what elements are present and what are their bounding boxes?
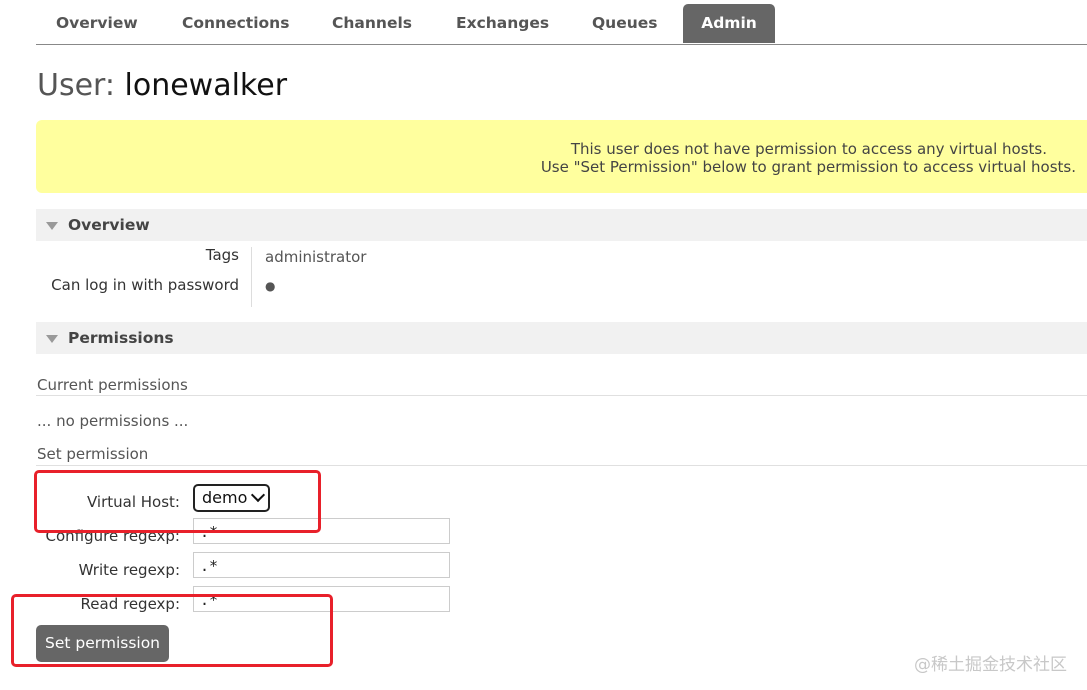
permissions-section-header[interactable]: Permissions (36, 322, 1087, 354)
page-title-username: lonewalker (124, 68, 288, 103)
write-regexp-label: Write regexp: (78, 561, 180, 579)
overview-section-title: Overview (68, 216, 150, 234)
set-permission-rule (36, 465, 1087, 466)
overview-section-header[interactable]: Overview (36, 209, 1087, 241)
write-regexp-input[interactable]: .* (193, 552, 450, 578)
tab-connections[interactable]: Connections (182, 4, 289, 43)
set-permission-heading: Set permission (37, 445, 149, 463)
watermark-text: @稀土掘金技术社区 (914, 655, 1067, 675)
login-label: Can log in with password (51, 276, 239, 294)
tab-overview[interactable]: Overview (56, 4, 138, 43)
current-permissions-heading: Current permissions (37, 376, 188, 394)
page-title: User: lonewalker (37, 68, 287, 103)
highlight-box-button (11, 594, 333, 667)
tags-value: administrator (265, 248, 367, 266)
tags-label: Tags (205, 246, 239, 264)
tab-channels[interactable]: Channels (332, 4, 412, 43)
current-permissions-rule (36, 395, 1087, 396)
page-title-label: User: (37, 68, 115, 103)
no-permissions-text: ... no permissions ... (37, 412, 189, 430)
tab-queues[interactable]: Queues (592, 4, 658, 43)
tab-exchanges[interactable]: Exchanges (456, 4, 549, 43)
warning-line-1: This user does not have permission to ac… (570, 140, 1047, 158)
permissions-section-title: Permissions (68, 329, 174, 347)
warning-line-2: Use "Set Permission" below to grant perm… (540, 158, 1076, 176)
tab-admin[interactable]: Admin (683, 4, 775, 43)
top-nav: Overview Connections Channels Exchanges … (36, 0, 1087, 45)
highlight-box-vhost (34, 470, 321, 533)
overview-divider (251, 247, 252, 307)
collapse-triangle-icon (46, 335, 58, 343)
warning-banner: This user does not have permission to ac… (36, 120, 1087, 193)
login-enabled-bullet: ● (265, 279, 276, 293)
collapse-triangle-icon (46, 222, 58, 230)
